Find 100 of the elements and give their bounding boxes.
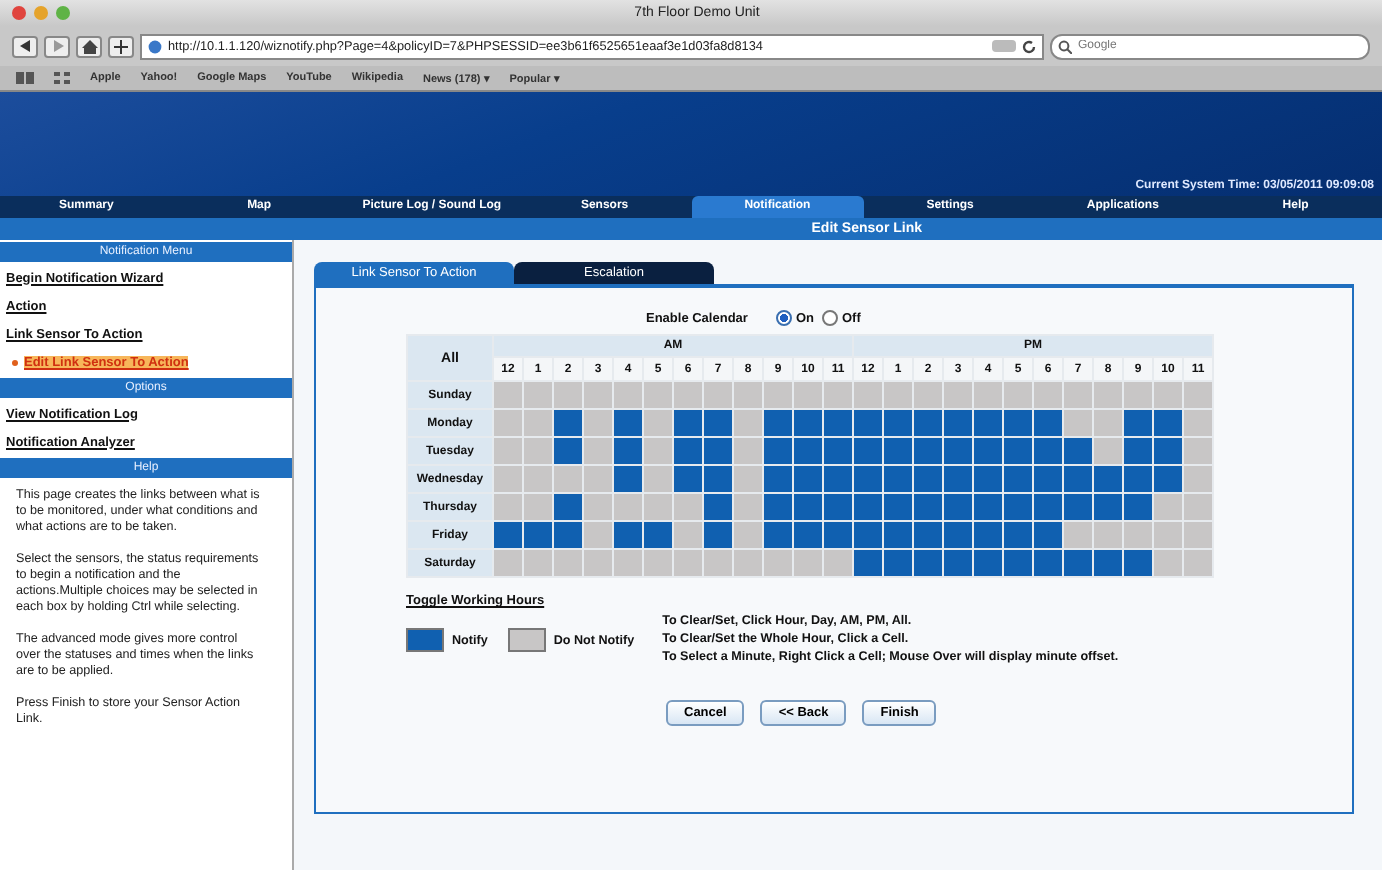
- schedule-cell[interactable]: [974, 522, 1002, 548]
- schedule-cell[interactable]: [1154, 382, 1182, 408]
- schedule-cell[interactable]: [1034, 522, 1062, 548]
- schedule-cell[interactable]: [1094, 550, 1122, 576]
- schedule-cell[interactable]: [1184, 494, 1212, 520]
- schedule-cell[interactable]: [944, 494, 972, 520]
- schedule-cell[interactable]: [854, 522, 882, 548]
- schedule-cell[interactable]: [794, 466, 822, 492]
- schedule-cell[interactable]: [914, 466, 942, 492]
- schedule-cell[interactable]: [824, 522, 852, 548]
- schedule-cell[interactable]: [1004, 410, 1032, 436]
- schedule-cell[interactable]: [944, 438, 972, 464]
- schedule-cell[interactable]: [674, 382, 702, 408]
- schedule-cell[interactable]: [854, 494, 882, 520]
- schedule-cell[interactable]: [854, 382, 882, 408]
- schedule-cell[interactable]: [884, 382, 912, 408]
- schedule-cell[interactable]: [1064, 550, 1092, 576]
- schedule-cell[interactable]: [1124, 494, 1152, 520]
- schedule-cell[interactable]: [764, 522, 792, 548]
- schedule-cell[interactable]: [554, 438, 582, 464]
- schedule-cell[interactable]: [1034, 550, 1062, 576]
- zoom-button[interactable]: [56, 6, 70, 20]
- schedule-cell[interactable]: [584, 382, 612, 408]
- schedule-cell[interactable]: [614, 438, 642, 464]
- schedule-cell[interactable]: [1124, 438, 1152, 464]
- schedule-cell[interactable]: [884, 494, 912, 520]
- schedule-cell[interactable]: [1034, 438, 1062, 464]
- schedule-cell[interactable]: [584, 494, 612, 520]
- schedule-cell[interactable]: [494, 550, 522, 576]
- schedule-cell[interactable]: [1184, 410, 1212, 436]
- schedule-cell[interactable]: [764, 410, 792, 436]
- schedule-cell[interactable]: [584, 522, 612, 548]
- schedule-cell[interactable]: [1064, 438, 1092, 464]
- home-button[interactable]: [76, 35, 102, 57]
- schedule-cell[interactable]: [704, 550, 732, 576]
- schedule-cell[interactable]: [1094, 438, 1122, 464]
- schedule-cell[interactable]: [974, 550, 1002, 576]
- schedule-cell[interactable]: [644, 382, 672, 408]
- schedule-cell[interactable]: [1184, 382, 1212, 408]
- schedule-cell[interactable]: [944, 522, 972, 548]
- schedule-cell[interactable]: [1004, 438, 1032, 464]
- schedule-cell[interactable]: [794, 438, 822, 464]
- schedule-cell[interactable]: [794, 522, 822, 548]
- schedule-cell[interactable]: [644, 550, 672, 576]
- schedule-cell[interactable]: [554, 382, 582, 408]
- schedule-cell[interactable]: [1124, 522, 1152, 548]
- schedule-cell[interactable]: [584, 466, 612, 492]
- schedule-cell[interactable]: [584, 438, 612, 464]
- schedule-cell[interactable]: [674, 494, 702, 520]
- schedule-cell[interactable]: [1064, 494, 1092, 520]
- schedule-cell[interactable]: [644, 522, 672, 548]
- schedule-cell[interactable]: [494, 494, 522, 520]
- schedule-cell[interactable]: [674, 466, 702, 492]
- schedule-cell[interactable]: [1154, 494, 1182, 520]
- schedule-cell[interactable]: [824, 466, 852, 492]
- schedule-cell[interactable]: [674, 438, 702, 464]
- radio-button[interactable]: [775, 310, 792, 326]
- schedule-cell[interactable]: [734, 550, 762, 576]
- minimize-button[interactable]: [34, 6, 48, 20]
- schedule-cell[interactable]: [644, 410, 672, 436]
- close-button[interactable]: [12, 6, 26, 20]
- schedule-cell[interactable]: [554, 466, 582, 492]
- schedule-cell[interactable]: [1034, 494, 1062, 520]
- schedule-cell[interactable]: [764, 382, 792, 408]
- schedule-cell[interactable]: [704, 438, 732, 464]
- schedule-cell[interactable]: [704, 382, 732, 408]
- schedule-cell[interactable]: [764, 550, 792, 576]
- schedule-cell[interactable]: [614, 494, 642, 520]
- schedule-cell[interactable]: [884, 550, 912, 576]
- schedule-cell[interactable]: [554, 550, 582, 576]
- schedule-cell[interactable]: [704, 466, 732, 492]
- schedule-cell[interactable]: [1154, 550, 1182, 576]
- schedule-cell[interactable]: [1034, 382, 1062, 408]
- schedule-cell[interactable]: [824, 382, 852, 408]
- schedule-cell[interactable]: [524, 522, 552, 548]
- schedule-cell[interactable]: [614, 466, 642, 492]
- schedule-cell[interactable]: [944, 466, 972, 492]
- schedule-cell[interactable]: [524, 438, 552, 464]
- schedule-cell[interactable]: [734, 438, 762, 464]
- grid-icon[interactable]: [54, 72, 70, 84]
- schedule-cell[interactable]: [914, 410, 942, 436]
- schedule-cell[interactable]: [1184, 522, 1212, 548]
- schedule-cell[interactable]: [974, 466, 1002, 492]
- schedule-cell[interactable]: [1124, 382, 1152, 408]
- schedule-cell[interactable]: [824, 438, 852, 464]
- schedule-cell[interactable]: [1184, 466, 1212, 492]
- schedule-cell[interactable]: [1064, 522, 1092, 548]
- schedule-cell[interactable]: [764, 438, 792, 464]
- schedule-cell[interactable]: [554, 522, 582, 548]
- schedule-cell[interactable]: [584, 550, 612, 576]
- schedule-cell[interactable]: [974, 494, 1002, 520]
- schedule-cell[interactable]: [944, 382, 972, 408]
- schedule-cell[interactable]: [614, 522, 642, 548]
- schedule-cell[interactable]: [704, 522, 732, 548]
- schedule-cell[interactable]: [674, 522, 702, 548]
- schedule-cell[interactable]: [1094, 466, 1122, 492]
- schedule-cell[interactable]: [1094, 522, 1122, 548]
- schedule-cell[interactable]: [494, 410, 522, 436]
- radio-button[interactable]: [821, 310, 838, 326]
- schedule-cell[interactable]: [1004, 494, 1032, 520]
